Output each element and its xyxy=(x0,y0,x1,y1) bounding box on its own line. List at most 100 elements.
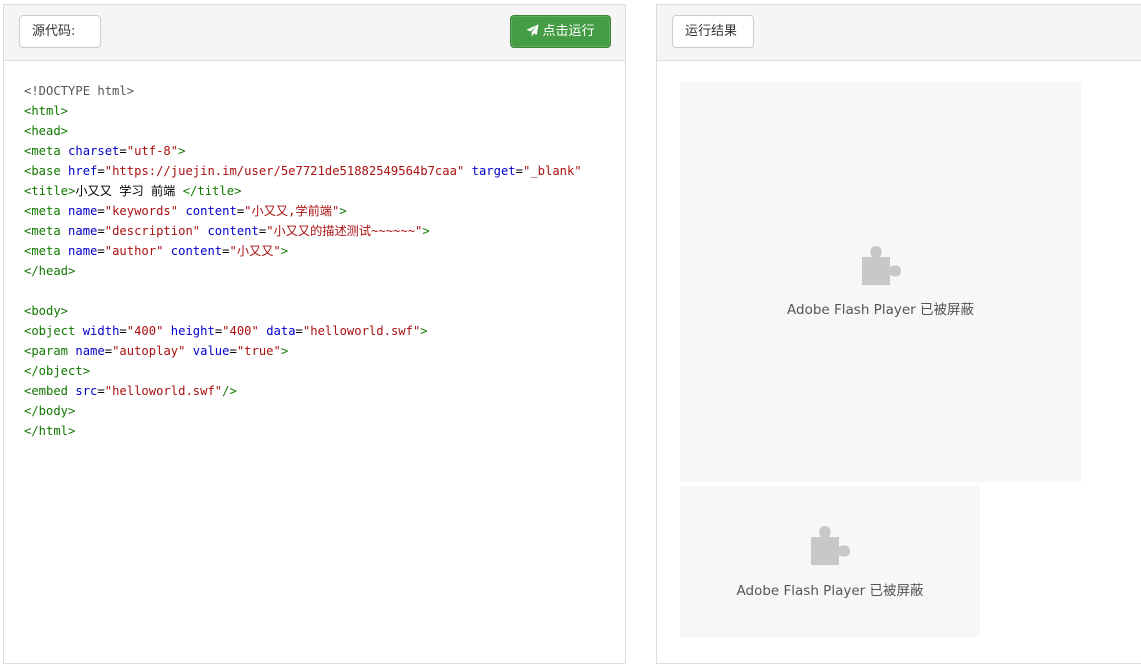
code-token-tag: </object> xyxy=(24,364,91,378)
run-button-label: 点击运行 xyxy=(542,24,595,39)
code-token-str: "keywords" xyxy=(104,204,179,218)
code-token-str: "400" xyxy=(222,324,259,338)
code-token-tag: <html> xyxy=(24,104,69,118)
code-token-tag: <meta xyxy=(24,204,61,218)
code-token-tag: > xyxy=(420,324,428,338)
code-token-tag: <embed xyxy=(24,384,69,398)
code-token-str: "https://juejin.im/user/5e7721de51882549… xyxy=(104,164,465,178)
paper-plane-icon xyxy=(526,24,540,37)
code-token-str: "_blank" xyxy=(523,164,582,178)
code-token-tag: > xyxy=(178,144,186,158)
code-token-tag: <body> xyxy=(24,304,69,318)
code-line: <base href="https://juejin.im/user/5e772… xyxy=(24,161,619,181)
code-token-txt: = xyxy=(97,244,105,258)
code-token-txt: = xyxy=(104,344,113,358)
run-result-panel: 运行结果 Adobe Flash Player 已被屏蔽 Adobe Flash… xyxy=(656,4,1141,664)
code-token-tag: </body> xyxy=(24,404,76,418)
run-result-label-button[interactable]: 运行结果 xyxy=(672,15,754,48)
code-line: <meta name="keywords" content="小又又,学前端"> xyxy=(24,201,619,221)
code-token-attr: src xyxy=(75,384,98,398)
code-token-str: "autoplay" xyxy=(112,344,186,358)
code-token-str: "400" xyxy=(126,324,164,338)
code-line: <embed src="helloworld.swf"/> xyxy=(24,381,619,401)
code-token-str: "helloworld.swf" xyxy=(104,384,223,398)
flash-blocked-message: Adobe Flash Player 已被屏蔽 xyxy=(787,302,974,318)
code-token-tag: <head> xyxy=(24,124,69,138)
code-line: <meta name="author" content="小又又"> xyxy=(24,241,619,261)
result-panel-header: 运行结果 xyxy=(657,5,1141,61)
code-token-tag: </title> xyxy=(182,184,242,198)
code-token-txt: = xyxy=(229,344,237,358)
code-line: <meta charset="utf-8"> xyxy=(24,141,619,161)
code-line: <object width="400" height="400" data="h… xyxy=(24,321,619,341)
code-token-str: "true" xyxy=(236,344,281,358)
source-panel-header: 源代码: 点击运行 xyxy=(4,5,625,61)
code-token-txt: = xyxy=(97,204,105,218)
code-token-attr: charset xyxy=(68,144,120,158)
code-token-txt: = xyxy=(97,384,105,398)
code-token-attr: data xyxy=(266,324,296,338)
code-token-tag: > xyxy=(339,204,347,218)
code-token-attr: name xyxy=(68,244,98,258)
code-editor[interactable]: <!DOCTYPE html> <html> <head> <meta charset… xyxy=(24,81,619,441)
source-code-label-button[interactable]: 源代码: xyxy=(19,15,101,48)
code-token-attr: content xyxy=(185,204,237,218)
code-token-txt: = xyxy=(119,144,127,158)
code-line: <body> xyxy=(24,301,619,321)
code-token-str: "utf-8" xyxy=(126,144,179,158)
source-code-panel: 源代码: 点击运行 <!DOCTYPE html> <html> <head> <me… xyxy=(3,4,626,664)
code-token-txt: = xyxy=(515,164,523,178)
flash-object-placeholder[interactable]: Adobe Flash Player 已被屏蔽 xyxy=(680,82,1081,482)
flash-embed-placeholder[interactable]: Adobe Flash Player 已被屏蔽 xyxy=(680,486,980,637)
code-token-attr: name xyxy=(68,204,98,218)
code-line: </object> xyxy=(24,361,619,381)
run-button[interactable]: 点击运行 xyxy=(510,15,611,48)
code-token-tag: > xyxy=(422,224,430,238)
code-token-txt: = xyxy=(97,164,105,178)
code-token-tag: > xyxy=(280,344,289,358)
code-token-str: "author" xyxy=(104,244,164,258)
code-line: <!DOCTYPE html> xyxy=(24,81,619,101)
puzzle-piece-icon xyxy=(811,526,850,565)
code-token-attr: height xyxy=(170,324,215,338)
code-token-tag: <base xyxy=(24,164,61,178)
code-token-attr: value xyxy=(192,344,230,358)
code-token-txt: = xyxy=(97,224,105,238)
code-token-attr: width xyxy=(82,324,120,338)
code-token-txt: = xyxy=(222,244,230,258)
code-token-tag: > xyxy=(280,244,289,258)
code-token-str: "小又又的描述测试~~~~~~" xyxy=(266,224,423,238)
code-token-str: "小又又,学前端" xyxy=(244,204,340,218)
puzzle-piece-icon xyxy=(861,246,901,285)
code-token-attr: name xyxy=(75,344,105,358)
code-token-str: "小又又" xyxy=(229,244,281,258)
code-token-tag: </html> xyxy=(24,424,76,438)
code-token-tag: <title> xyxy=(24,184,76,198)
code-token-txt: = xyxy=(119,324,127,338)
code-line: <head> xyxy=(24,121,619,141)
code-token-tag: <object xyxy=(24,324,76,338)
code-token-tag: <param xyxy=(24,344,69,358)
code-token-str: "description" xyxy=(104,224,201,238)
code-token-tag: <meta xyxy=(24,224,61,238)
code-token-str: "helloworld.swf" xyxy=(302,324,421,338)
flash-blocked-message: Adobe Flash Player 已被屏蔽 xyxy=(736,583,924,599)
code-line: </body> xyxy=(24,401,619,421)
code-line: <html> xyxy=(24,101,619,121)
code-token-attr: href xyxy=(68,164,98,178)
code-token-txt: 小又又 学习 前端 xyxy=(75,184,183,198)
code-token-attr: content xyxy=(207,224,259,238)
code-token-tag: </head> xyxy=(24,264,76,278)
code-line: <param name="autoplay" value="true"> xyxy=(24,341,619,361)
code-token-attr: name xyxy=(68,224,98,238)
